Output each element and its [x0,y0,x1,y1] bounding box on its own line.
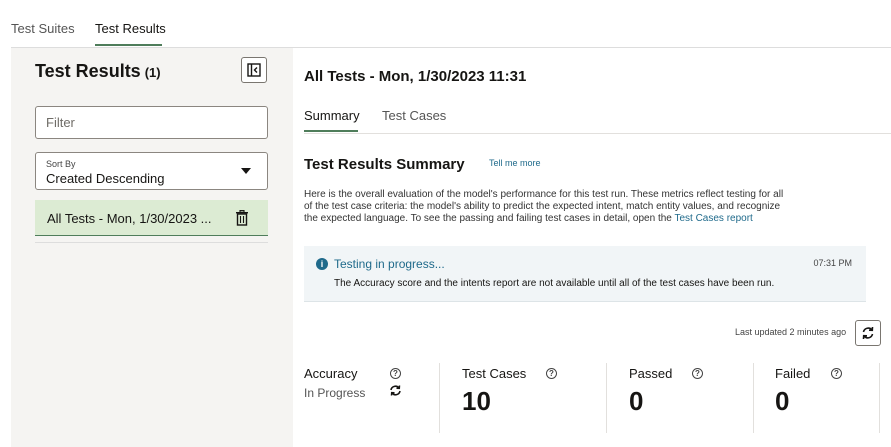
tab-summary[interactable]: Summary [304,108,360,123]
tab-test-results[interactable]: Test Results [95,21,166,36]
last-updated-text: Last updated 2 minutes ago [735,327,847,337]
sort-by-select[interactable]: Sort By Created Descending [35,152,268,190]
accuracy-status: In Progress [304,386,366,400]
summary-title: Test Results Summary [304,156,465,173]
status-banner: i Testing in progress... 07:31 PM The Ac… [304,246,866,302]
list-divider [35,242,268,243]
test-results-list-panel: Test Results(1) Sort By Created Descendi… [35,48,281,447]
banner-timestamp: 07:31 PM [813,258,852,268]
tab-test-cases[interactable]: Test Cases [382,108,446,123]
sort-by-label: Sort By [46,159,76,169]
info-icon: i [316,258,328,270]
banner-message: The Accuracy score and the intents repor… [334,278,775,289]
summary-description-line: Here is the overall evaluation of the mo… [304,189,784,200]
trash-icon[interactable] [235,210,249,226]
refresh-button[interactable] [855,320,881,346]
collapse-panel-button[interactable] [241,57,267,83]
failed-label: Failed [775,366,811,381]
subtab-divider [304,133,891,134]
tab-test-suites[interactable]: Test Suites [11,21,75,36]
accuracy-label: Accuracy [304,366,358,381]
banner-title: Testing in progress... [334,257,445,271]
left-panel-title-text: Test Results [35,61,141,81]
top-tab-bar: Test Suites Test Results [0,0,891,47]
summary-description-text: the expected language. To see the passin… [304,213,675,224]
test-cases-report-link[interactable]: Test Cases report [674,213,752,224]
help-icon[interactable]: ? [692,368,703,379]
metric-divider [439,363,440,433]
results-count: (1) [144,65,161,80]
summary-description-line: the expected language. To see the passin… [304,213,819,225]
summary-description-line: of the test case criteria: the model's a… [304,201,781,212]
test-run-title: All Tests - Mon, 1/30/2023 11:31 [304,68,527,85]
passed-label: Passed [629,366,673,381]
sort-by-value: Created Descending [46,171,165,186]
caret-down-icon [241,168,251,174]
active-tab-indicator [95,44,162,46]
active-subtab-indicator [304,130,358,132]
test-run-detail-panel: All Tests - Mon, 1/30/2023 11:31 Summary… [293,48,891,447]
tell-me-more-link[interactable]: Tell me more [489,158,541,168]
help-icon[interactable]: ? [390,368,401,379]
list-item[interactable]: All Tests - Mon, 1/30/2023 ... [35,200,268,236]
metric-divider [753,363,754,433]
passed-count: 0 [629,386,644,416]
refresh-icon [862,326,874,340]
test-cases-count: 10 [462,386,491,416]
metric-divider [606,363,607,433]
content-panel: Test Results(1) Sort By Created Descendi… [11,47,891,447]
filter-input[interactable] [35,106,268,139]
metric-divider [879,363,880,433]
help-icon[interactable]: ? [546,368,557,379]
help-icon[interactable]: ? [831,368,842,379]
in-progress-icon [390,385,401,396]
test-cases-label: Test Cases [462,366,527,381]
left-panel-title: Test Results (1) [35,61,161,82]
summary-description: Here is the overall evaluation of the mo… [304,189,819,225]
list-item-label: All Tests - Mon, 1/30/2023 ... [47,211,212,226]
failed-count: 0 [775,386,790,416]
collapse-panel-icon [247,63,261,77]
